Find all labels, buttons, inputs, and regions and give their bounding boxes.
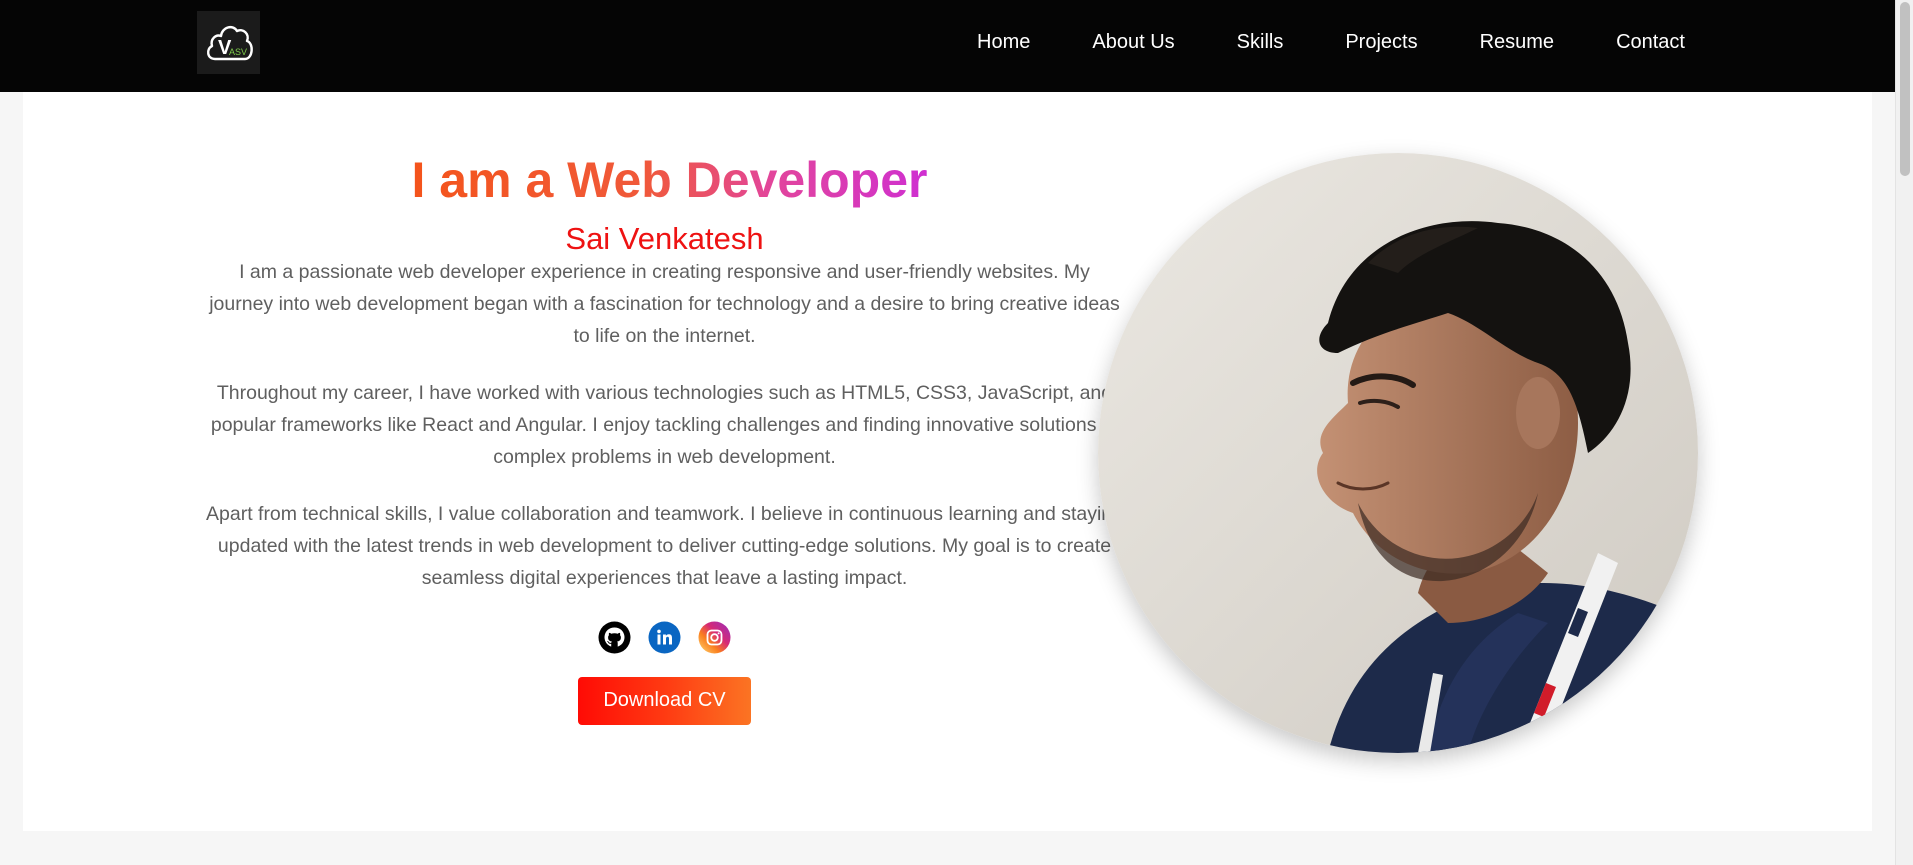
github-icon	[598, 621, 631, 654]
nav-contact[interactable]: Contact	[1616, 31, 1685, 54]
github-link[interactable]	[598, 621, 631, 654]
instagram-link[interactable]	[698, 621, 731, 654]
scrollbar-thumb[interactable]	[1900, 2, 1910, 176]
nav-links: Home About Us Skills Projects Resume Con…	[977, 31, 1685, 54]
nav-skills[interactable]: Skills	[1237, 31, 1284, 54]
developer-name: Sai Venkatesh	[565, 220, 764, 256]
instagram-icon	[698, 621, 731, 654]
cloud-logo-icon: V ASV	[206, 25, 253, 60]
download-cv-button[interactable]: Download CV	[578, 676, 751, 725]
linkedin-icon	[648, 621, 681, 654]
hero-headline: I am a Web Developer	[411, 152, 928, 208]
nav-resume[interactable]: Resume	[1480, 31, 1554, 54]
site-logo[interactable]: V ASV	[197, 11, 260, 74]
social-links	[206, 621, 1123, 654]
profile-photo-image	[1098, 153, 1698, 753]
navbar: V ASV Home About Us Skills Projects Resu…	[0, 0, 1895, 92]
nav-about-us[interactable]: About Us	[1092, 31, 1174, 54]
bio-paragraph-2: Throughout my career, I have worked with…	[210, 381, 1119, 468]
linkedin-link[interactable]	[648, 621, 681, 654]
bio-paragraph-3: Apart from technical skills, I value col…	[206, 502, 1123, 589]
nav-home[interactable]: Home	[977, 31, 1030, 54]
page-scrollbar[interactable]	[1895, 0, 1913, 865]
intro-block: I am a Web Developer Sai Venkatesh I am …	[206, 152, 1123, 725]
nav-projects[interactable]: Projects	[1345, 31, 1417, 54]
profile-photo	[1098, 153, 1698, 753]
hero-section: I am a Web Developer Sai Venkatesh I am …	[23, 92, 1872, 831]
bio-paragraph-1: I am a passionate web developer experien…	[209, 260, 1120, 347]
logo-subletters: ASV	[229, 47, 247, 57]
